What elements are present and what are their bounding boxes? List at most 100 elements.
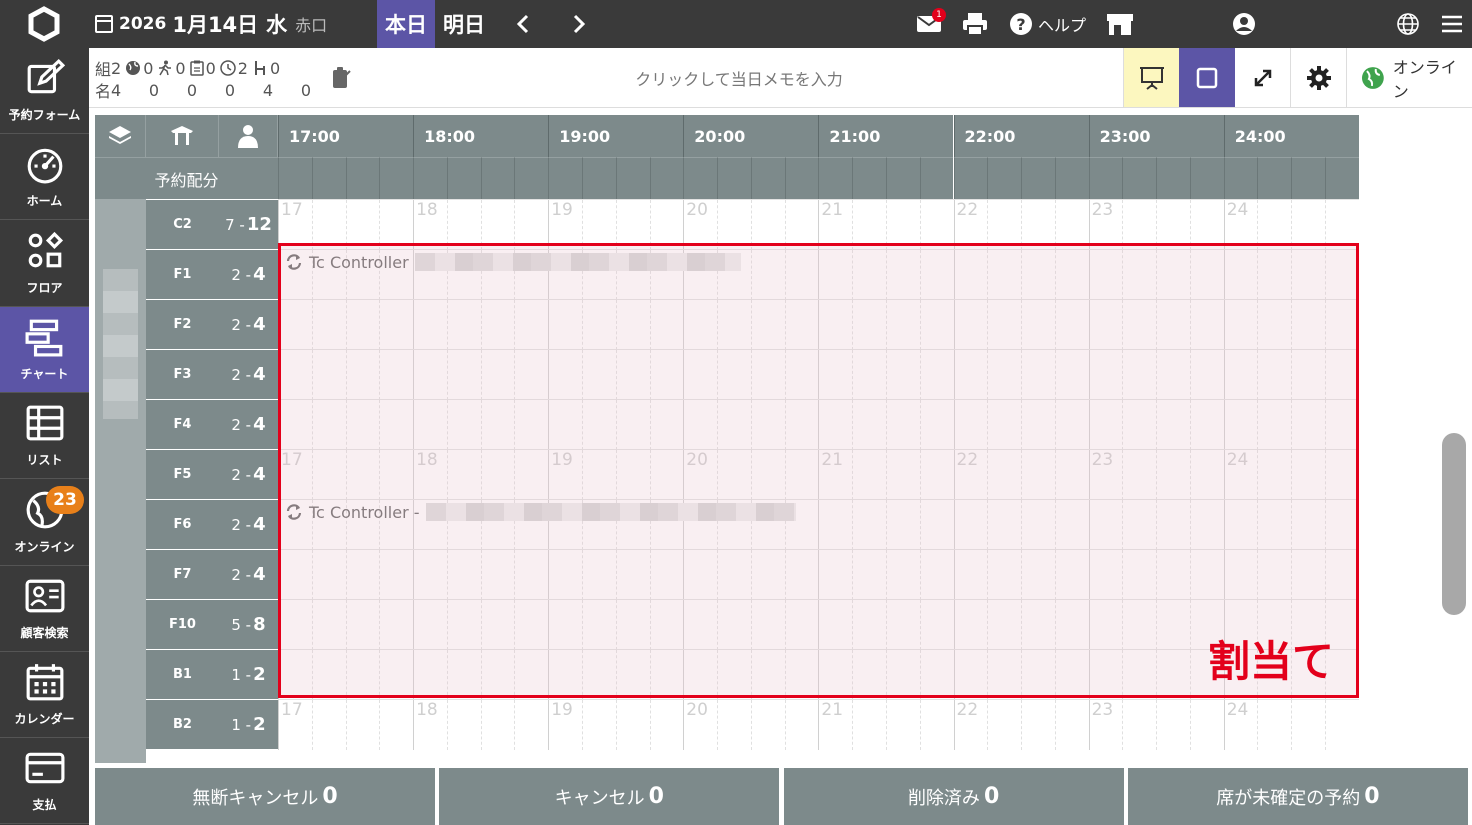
app-logo-icon[interactable] — [24, 6, 64, 42]
allocation-slot[interactable] — [446, 157, 481, 199]
table-row-timeline[interactable]: 17 18 19 20 21 22 23 24 — [278, 199, 1359, 250]
fullscreen-button[interactable] — [1235, 48, 1291, 107]
quarter-gridline — [480, 700, 482, 750]
quarter-gridline — [581, 700, 583, 750]
allocation-slot[interactable] — [987, 157, 1022, 199]
print-button[interactable] — [960, 8, 990, 40]
prev-day-button[interactable] — [508, 0, 538, 48]
tomorrow-button[interactable]: 明日 — [435, 0, 493, 48]
allocation-slot[interactable] — [1257, 157, 1292, 199]
capacity-min: 1 - — [231, 665, 252, 684]
mail-button[interactable]: 1 — [912, 8, 946, 40]
frame-toggle-button[interactable] — [1179, 48, 1235, 107]
footer-count: 0 — [983, 784, 1000, 809]
sidebar-item-7[interactable]: カレンダー — [0, 652, 89, 739]
settings-button[interactable] — [1291, 48, 1347, 107]
allocation-slot[interactable] — [1325, 157, 1359, 199]
next-day-button[interactable] — [564, 0, 594, 48]
capacity-toggle[interactable] — [219, 115, 278, 157]
vertical-scrollbar[interactable] — [1442, 433, 1466, 615]
allocation-slot[interactable] — [379, 157, 414, 199]
allocation-slot[interactable] — [784, 157, 819, 199]
table-name[interactable]: F4 — [146, 399, 219, 449]
allocation-slot[interactable] — [615, 157, 650, 199]
memo-input[interactable]: クリックして当日メモを入力 — [359, 56, 1119, 100]
allocation-slot[interactable] — [1156, 157, 1190, 199]
hour-gridline — [683, 700, 685, 750]
allocation-slot[interactable] — [683, 157, 718, 199]
quarter-gridline — [1156, 700, 1158, 750]
allocation-slot[interactable] — [413, 157, 447, 199]
online-status[interactable]: オンライン — [1361, 58, 1472, 101]
store-button[interactable] — [1104, 8, 1136, 40]
sidebar-item-3[interactable]: チャート — [0, 306, 89, 393]
allocation-slot[interactable] — [1223, 157, 1258, 199]
allocation-slot[interactable] — [852, 157, 886, 199]
chevron-left-icon — [516, 14, 529, 34]
hour-watermark: 22 — [956, 700, 979, 720]
stat-groups-1: 0 — [125, 59, 153, 78]
allocation-slot[interactable] — [514, 157, 549, 199]
allocation-slot[interactable] — [581, 157, 616, 199]
today-button[interactable]: 本日 — [377, 0, 435, 48]
capacity-min: 7 - — [225, 215, 245, 234]
footer-button-2[interactable]: 削除済み 0 — [783, 768, 1124, 825]
menu-button[interactable] — [1438, 10, 1466, 38]
table-name[interactable]: F3 — [146, 349, 219, 399]
account-button[interactable] — [1230, 10, 1258, 38]
sidebar-item-label: フロア — [26, 280, 63, 295]
sidebar-item-1[interactable]: ホーム — [0, 134, 89, 221]
hour-header: 18:00 — [413, 115, 549, 157]
allocation-slot[interactable] — [649, 157, 684, 199]
help-label: ヘルプ — [1038, 16, 1087, 35]
allocation-slot[interactable] — [1021, 157, 1055, 199]
hour-watermark: 19 — [551, 200, 573, 220]
layers-toggle[interactable] — [95, 115, 146, 157]
stats-groups-row: 組200020 — [95, 57, 311, 80]
allocation-slot[interactable] — [480, 157, 515, 199]
table-name[interactable]: F5 — [146, 449, 219, 499]
hamburger-icon — [1442, 15, 1462, 33]
sidebar-item-6[interactable]: 顧客検索 — [0, 566, 89, 652]
table-name[interactable]: B2 — [146, 699, 219, 749]
sidebar-item-0[interactable]: 予約フォーム — [0, 48, 89, 134]
allocation-slot[interactable] — [278, 157, 312, 199]
sidebar-item-5[interactable]: 23 オンライン — [0, 480, 89, 566]
sidebar-item-2[interactable]: フロア — [0, 221, 89, 307]
table-name[interactable]: C2 — [146, 199, 219, 249]
allocation-slot[interactable] — [885, 157, 920, 199]
presentation-button[interactable] — [1123, 48, 1179, 107]
sidebar-item-8[interactable]: 支払 — [0, 738, 89, 825]
table-name[interactable]: F6 — [146, 499, 219, 549]
table-name[interactable]: B1 — [146, 649, 219, 699]
allocation-slot[interactable] — [717, 157, 751, 199]
allocation-slot[interactable] — [1291, 157, 1326, 199]
language-button[interactable] — [1394, 10, 1422, 38]
table-type-toggle[interactable] — [146, 115, 219, 157]
help-button[interactable]: ? ヘルプ — [1010, 8, 1086, 40]
rokuyo-text: 赤口 — [295, 16, 328, 35]
allocation-slot[interactable] — [1122, 157, 1157, 199]
allocation-slot[interactable] — [311, 157, 346, 199]
allocation-slot[interactable] — [919, 157, 954, 199]
person-icon — [238, 125, 258, 148]
memo-edit-button[interactable] — [331, 66, 353, 90]
table-name[interactable]: F1 — [146, 249, 219, 299]
footer-button-0[interactable]: 無断キャンセル 0 — [95, 768, 435, 825]
table-name[interactable]: F10 — [146, 599, 219, 649]
allocation-slot[interactable] — [1054, 157, 1089, 199]
allocation-slot[interactable] — [1189, 157, 1224, 199]
table-name[interactable]: F7 — [146, 549, 219, 599]
footer-button-1[interactable]: キャンセル 0 — [439, 768, 780, 825]
allocation-slot[interactable] — [953, 157, 988, 199]
allocation-slot[interactable] — [818, 157, 853, 199]
footer-button-3[interactable]: 席が未確定の予約 0 — [1127, 768, 1468, 825]
table-row-timeline[interactable]: 17 18 19 20 21 22 23 24 — [278, 699, 1359, 750]
allocation-slot[interactable] — [548, 157, 582, 199]
allocation-slot[interactable] — [1088, 157, 1123, 199]
date-display[interactable]: 2026 1月14日 水 赤口 — [95, 10, 327, 38]
table-name[interactable]: F2 — [146, 299, 219, 349]
sidebar-item-4[interactable]: リスト — [0, 393, 89, 480]
allocation-slot[interactable] — [345, 157, 380, 199]
allocation-slot[interactable] — [750, 157, 785, 199]
